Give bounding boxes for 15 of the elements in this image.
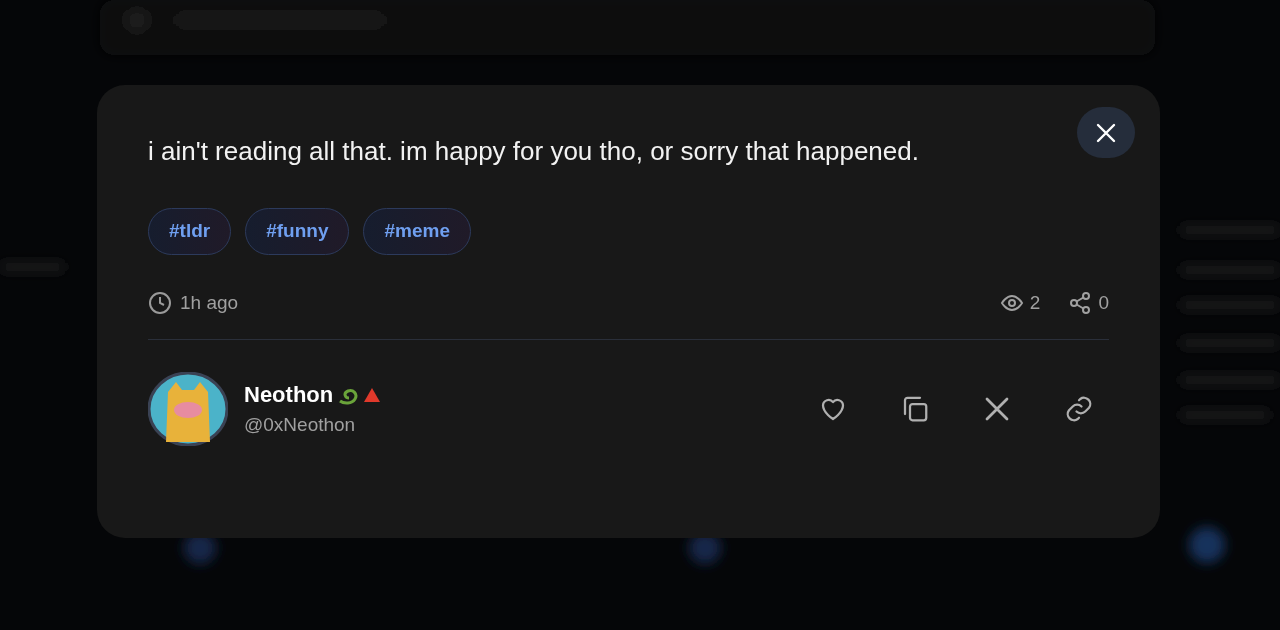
link-icon [1064, 394, 1094, 424]
author-handle: @0xNeothon [244, 413, 357, 438]
clock-icon [148, 291, 172, 315]
hashtag-chip[interactable]: #tldr [148, 208, 232, 255]
post-text: i ain't reading all that. im happy for you tho, or sorry that happened. [148, 135, 920, 168]
hashtag-chip[interactable]: #meme [363, 208, 471, 255]
share-count: 0 [1098, 290, 1109, 315]
share-icon [1068, 291, 1093, 315]
hashtag-chip[interactable]: #funny [245, 208, 350, 255]
close-button[interactable] [1077, 107, 1135, 158]
post-time: 1h ago [180, 290, 239, 315]
view-count: 2 [1029, 290, 1041, 315]
author-name: Neothon [244, 381, 334, 410]
triangle-icon [363, 386, 382, 403]
close-icon [1096, 122, 1116, 143]
